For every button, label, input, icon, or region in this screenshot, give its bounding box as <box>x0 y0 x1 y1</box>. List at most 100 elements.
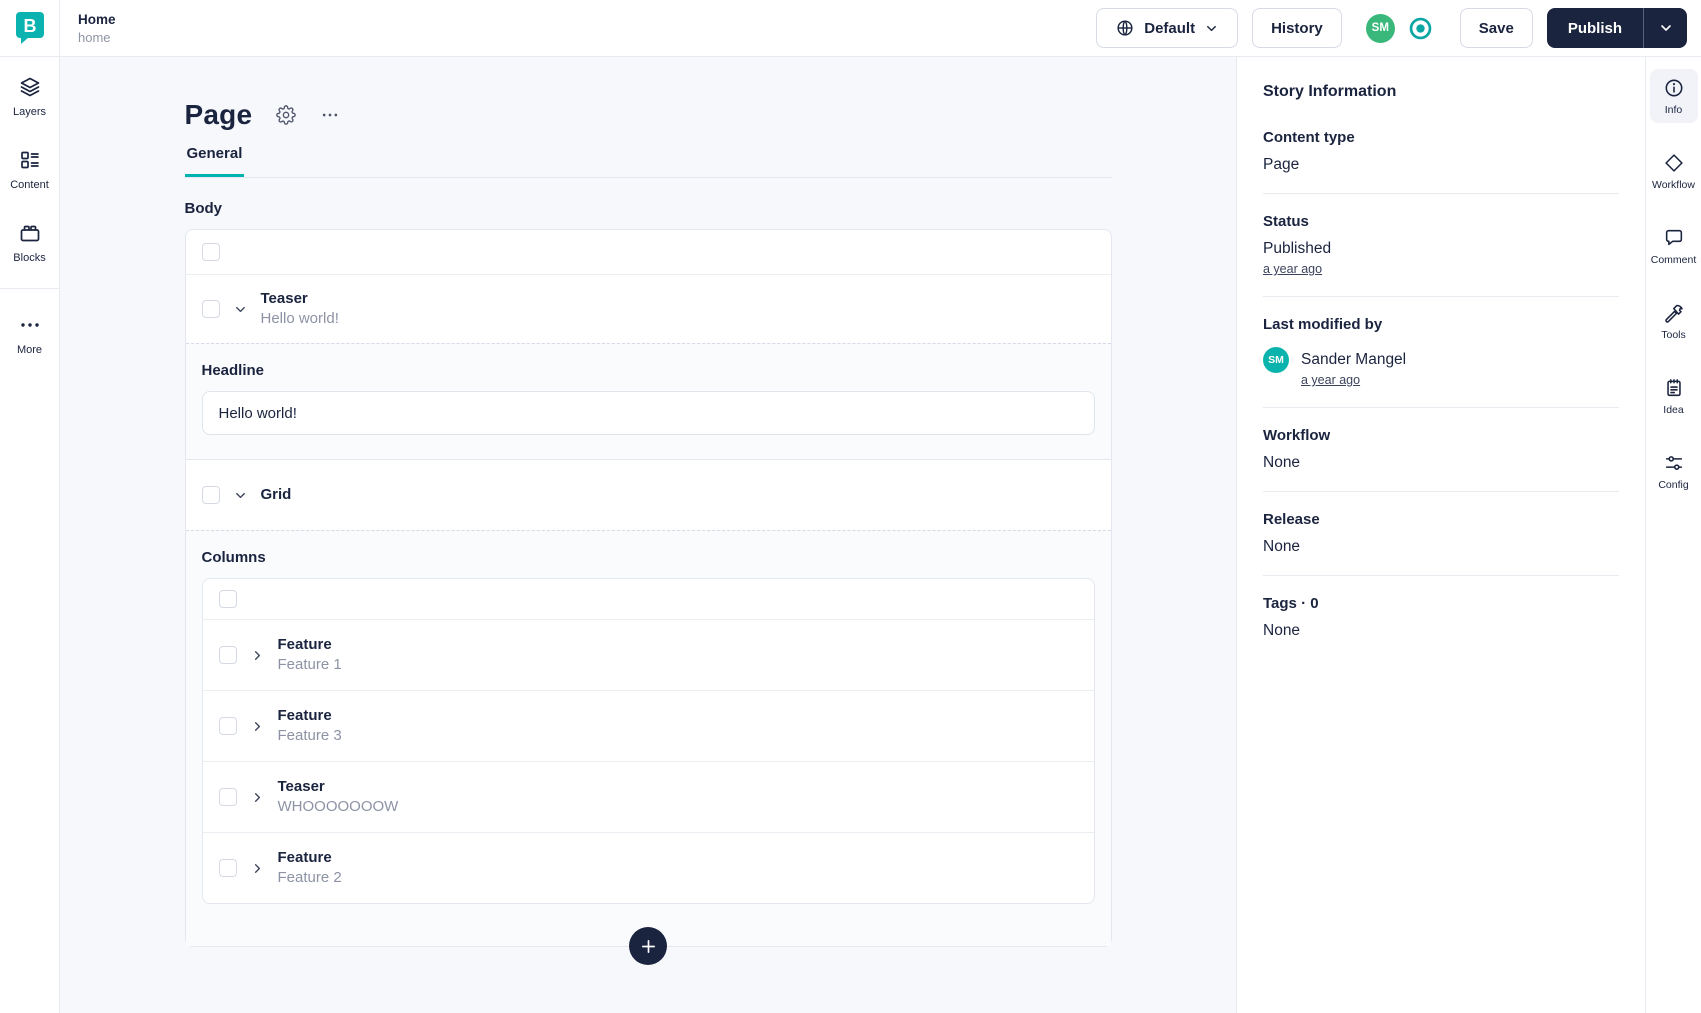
content-type-label: Content type <box>1263 129 1355 146</box>
block-title: Teaser <box>277 778 325 795</box>
history-button[interactable]: History <box>1252 8 1342 48</box>
last-modified-person: SM Sander Mangel a year ago <box>1263 347 1619 388</box>
workflow-icon <box>1664 154 1683 172</box>
headline-field-label: Headline <box>201 362 265 379</box>
grid-checkbox[interactable] <box>201 486 220 504</box>
release-section: Release None <box>1263 511 1619 556</box>
sidebar-item-content[interactable]: Content <box>10 148 49 191</box>
select-all-row <box>185 230 1111 275</box>
history-label: History <box>1271 19 1323 37</box>
block-title: Teaser <box>260 290 308 307</box>
block-title: Feature <box>277 849 332 866</box>
block-text: Feature Feature 1 <box>278 635 342 675</box>
block-text: Teaser Hello world! <box>261 289 339 329</box>
workflow-label: Workflow <box>1263 427 1331 444</box>
chevron-down-icon[interactable] <box>233 302 248 317</box>
divider <box>1263 296 1619 297</box>
tags-label: Tags · 0 <box>1263 595 1319 612</box>
column-item-row[interactable]: Feature Feature 3 <box>202 690 1094 761</box>
tab-label: Workflow <box>1652 179 1695 191</box>
storyblok-logo-icon: B <box>15 12 44 44</box>
block-subtitle: Feature 3 <box>277 727 342 744</box>
column-item-row[interactable]: Teaser WHOOOOOOOW <box>202 761 1094 832</box>
chevron-down-icon <box>1207 25 1217 31</box>
block-text: Feature Feature 2 <box>278 848 342 888</box>
topbar-actions: Default History SM Save Publish <box>1096 0 1701 56</box>
workflow-section: Workflow None <box>1263 427 1619 472</box>
visual-editor-toggle-icon[interactable] <box>1407 15 1434 42</box>
workspace: Layers Content Blocks More Page General … <box>0 57 1701 1013</box>
more-icon <box>20 323 39 327</box>
globe-icon <box>1117 20 1133 36</box>
workflow-value: None <box>1263 454 1301 471</box>
grid-block-row[interactable]: Grid <box>185 459 1111 530</box>
block-subtitle: Feature 1 <box>277 656 342 673</box>
add-block-button[interactable] <box>629 927 667 965</box>
content-type-value: Page <box>1263 156 1300 173</box>
chevron-right-icon[interactable] <box>250 790 265 805</box>
config-icon <box>1665 456 1682 470</box>
page-head: Page <box>185 99 1112 131</box>
block-subtitle: Hello world! <box>260 310 339 327</box>
story-information-panel: Story Information Content type Page Stat… <box>1236 57 1645 1013</box>
plus-icon <box>641 939 655 953</box>
language-label: Default <box>1144 19 1196 37</box>
sidebar-item-label: Layers <box>12 106 47 118</box>
last-modified-label: Last modified by <box>1263 316 1383 333</box>
block-subtitle: Feature 2 <box>277 869 342 886</box>
tools-icon <box>1664 304 1683 323</box>
publish-button[interactable]: Publish <box>1547 8 1643 48</box>
sidebar-item-label: Blocks <box>13 252 46 264</box>
story-title: Home <box>78 11 116 27</box>
story-slug: home <box>78 29 111 45</box>
chevron-right-icon[interactable] <box>250 861 265 876</box>
tab-label: Tools <box>1661 329 1686 341</box>
headline-input[interactable] <box>201 391 1095 435</box>
modified-time-link[interactable]: a year ago <box>1301 373 1360 387</box>
tab-general[interactable]: General <box>184 145 245 177</box>
storyblok-logo[interactable]: B <box>0 0 60 56</box>
tab-config[interactable]: Config <box>1650 444 1698 498</box>
item-checkbox[interactable] <box>218 859 237 877</box>
comment-icon <box>1665 229 1682 246</box>
save-button[interactable]: Save <box>1459 8 1533 48</box>
tab-info[interactable]: Info <box>1649 69 1698 123</box>
blocks-icon <box>20 225 39 242</box>
teaser-block-row[interactable]: Teaser Hello world! <box>186 275 1111 343</box>
svg-text:B: B <box>23 16 36 36</box>
sidebar-item-blocks[interactable]: Blocks <box>13 221 46 264</box>
teaser-checkbox[interactable] <box>201 300 220 318</box>
content-type-settings-button[interactable] <box>276 105 297 125</box>
select-all-checkbox[interactable] <box>201 243 220 261</box>
teaser-expanded-panel: Headline <box>185 343 1111 459</box>
sidebar-item-more[interactable]: More <box>17 313 42 356</box>
item-checkbox[interactable] <box>218 646 237 664</box>
user-avatar[interactable]: SM <box>1365 13 1395 43</box>
column-item-row[interactable]: Feature Feature 1 <box>202 619 1094 690</box>
sidebar-item-layers[interactable]: Layers <box>13 75 46 118</box>
item-checkbox[interactable] <box>218 717 237 735</box>
columns-select-all-checkbox[interactable] <box>218 590 237 608</box>
status-time-link[interactable]: a year ago <box>1263 262 1322 276</box>
page-more-options-button[interactable] <box>320 105 340 125</box>
chevron-down-icon[interactable] <box>233 488 248 503</box>
language-selector-button[interactable]: Default <box>1096 8 1239 48</box>
divider <box>1263 193 1619 194</box>
release-value: None <box>1263 538 1301 555</box>
content-icon <box>20 151 39 169</box>
chevron-down-icon <box>1660 25 1671 31</box>
tab-workflow[interactable]: Workflow <box>1650 144 1698 198</box>
item-checkbox[interactable] <box>218 788 237 806</box>
status-section: Status Published a year ago <box>1263 213 1619 277</box>
chevron-right-icon[interactable] <box>250 719 265 734</box>
chevron-right-icon[interactable] <box>250 648 265 663</box>
body-field-label: Body <box>184 200 223 217</box>
tab-tools[interactable]: Tools <box>1650 294 1698 348</box>
block-text: Teaser WHOOOOOOOW <box>278 777 399 817</box>
tab-comment[interactable]: Comment <box>1650 219 1698 273</box>
column-item-row[interactable]: Feature Feature 2 <box>202 832 1094 903</box>
tab-idea[interactable]: Idea <box>1650 369 1698 423</box>
block-title: Grid <box>260 486 292 503</box>
gear-icon <box>276 105 297 125</box>
publish-options-button[interactable] <box>1643 8 1687 48</box>
